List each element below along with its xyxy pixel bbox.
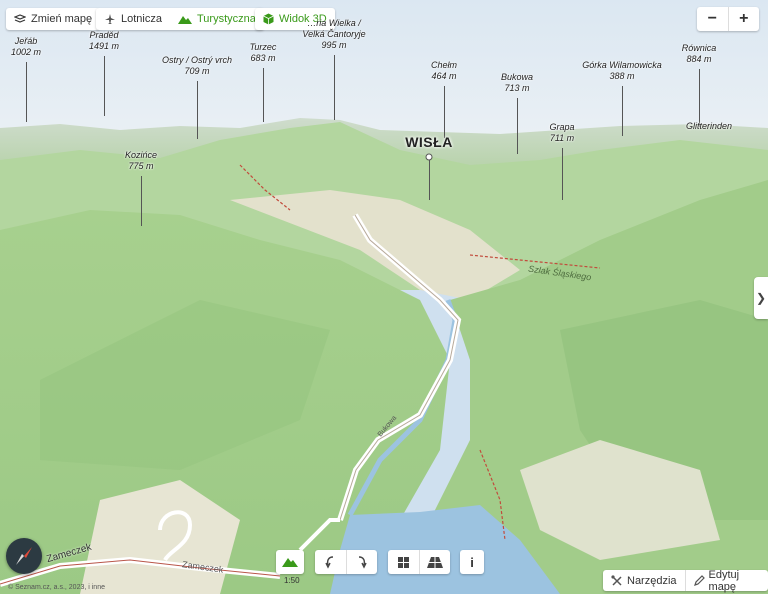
side-panel-toggle[interactable]: ❯: [754, 277, 768, 319]
peak-label[interactable]: Górka Wilamowicka 388 m: [582, 60, 661, 82]
rotate-right-icon: [356, 555, 368, 569]
terrain-button[interactable]: [276, 550, 304, 574]
tilt-view-button[interactable]: [418, 550, 451, 574]
peak-pointer: [26, 62, 27, 122]
rotate-left-button[interactable]: [315, 550, 346, 574]
2d-view-button[interactable]: [388, 550, 419, 574]
peak-label[interactable]: Grapa 711 m: [549, 122, 574, 144]
peak-label[interactable]: Turzec 683 m: [250, 42, 277, 64]
zoom-out-button[interactable]: −: [697, 7, 728, 31]
peak-pointer: [197, 81, 198, 139]
peak-pointer: [104, 56, 105, 116]
peak-label[interactable]: Jeřáb 1002 m: [11, 36, 41, 58]
aviation-label: Lotnicza: [121, 13, 162, 25]
change-map-label: Zmień mapę: [31, 13, 93, 25]
rotate-control: [315, 550, 377, 574]
peak-pointer: [444, 86, 445, 138]
peak-pointer: [622, 86, 623, 136]
peak-label[interactable]: Glitterinden: [686, 121, 732, 132]
mountain-icon: [282, 557, 298, 567]
tools-button[interactable]: Narzędzia: [603, 570, 686, 591]
cube-icon: [263, 13, 274, 25]
grid-icon: [397, 556, 409, 568]
terrain-scale-label: 1:50: [284, 576, 300, 585]
chevron-right-icon: ❯: [755, 291, 767, 305]
layers-icon: [14, 14, 26, 24]
tools-icon: [611, 574, 623, 587]
mountain-icon: [177, 14, 192, 24]
edit-map-label: Edytuj mapę: [708, 568, 740, 593]
info-control: i: [460, 550, 484, 574]
edit-map-button[interactable]: Edytuj mapę: [686, 568, 768, 593]
tourist-map-button[interactable]: Turystyczna: [170, 8, 264, 30]
peak-label[interactable]: Chełm 464 m: [431, 60, 457, 82]
peak-label[interactable]: …ria Wielka / Velká Čantoryje 995 m: [302, 18, 365, 51]
peak-label[interactable]: Kozińce 775 m: [125, 150, 157, 172]
bottom-right-actions: Narzędzia Edytuj mapę: [603, 568, 768, 593]
map-type-switch: Lotnicza Turystyczna: [96, 8, 264, 30]
tourist-label: Turystyczna: [196, 13, 256, 25]
peak-label[interactable]: Praděd 1491 m: [89, 30, 119, 52]
rotate-left-icon: [324, 555, 336, 569]
change-map-button[interactable]: Zmień mapę: [6, 8, 101, 30]
rotate-right-button[interactable]: [345, 550, 378, 574]
city-label[interactable]: WISŁA: [405, 134, 453, 150]
city-pointer: [429, 160, 430, 200]
tools-label: Narzędzia: [627, 574, 677, 587]
peak-pointer: [517, 98, 518, 154]
peak-label[interactable]: Równica 884 m: [682, 43, 717, 65]
airplane-icon: [104, 13, 116, 25]
peak-pointer: [263, 68, 264, 122]
terrain-toggle: [276, 550, 304, 574]
peak-label[interactable]: Bukowa 713 m: [501, 72, 533, 94]
peak-pointer: [141, 176, 142, 226]
peak-pointer: [699, 69, 700, 127]
zoom-control: − +: [697, 7, 759, 31]
peak-pointer: [334, 55, 335, 120]
copyright[interactable]: © Seznam.cz, a.s., 2023, i inne: [8, 584, 105, 591]
perspective-icon: [426, 556, 443, 568]
peak-label[interactable]: Ostry / Ostrý vrch 709 m: [162, 55, 232, 77]
map-3d-view[interactable]: [0, 0, 768, 594]
aviation-map-button[interactable]: Lotnicza: [96, 8, 170, 30]
pencil-icon: [693, 575, 705, 586]
view-mode-control: [388, 550, 450, 574]
info-button[interactable]: i: [460, 550, 484, 574]
compass-button[interactable]: [6, 538, 42, 574]
zoom-in-button[interactable]: +: [727, 7, 760, 31]
compass-icon: [10, 542, 38, 570]
peak-pointer: [562, 148, 563, 200]
